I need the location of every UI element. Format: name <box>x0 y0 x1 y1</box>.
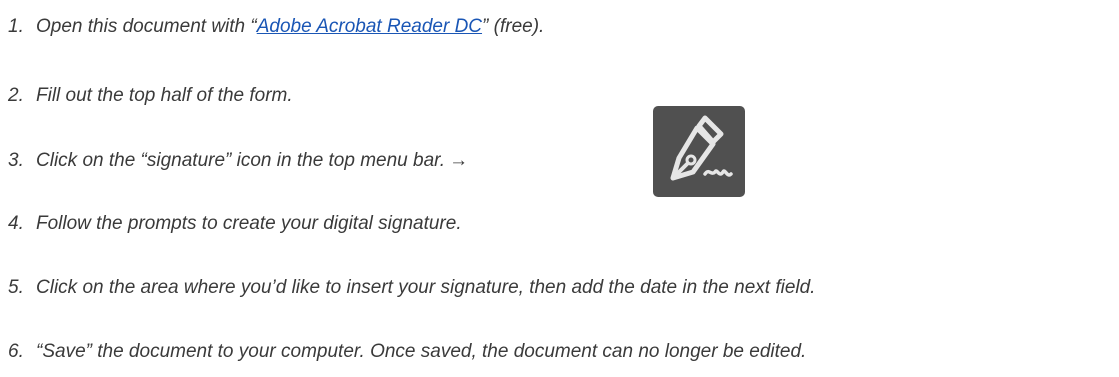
adobe-acrobat-reader-link[interactable]: Adobe Acrobat Reader DC <box>257 16 482 37</box>
step-text: Follow the prompts to create your digita… <box>36 213 462 234</box>
step-number: 3. <box>8 150 24 171</box>
step-number: 2. <box>8 85 24 106</box>
step-text: Click on the “signature” icon in the top… <box>36 150 446 171</box>
step-number: 4. <box>8 213 24 234</box>
step-text: Fill out the top half of the form. <box>36 85 293 106</box>
signature-pen-icon <box>653 106 745 197</box>
step-text-before-link: Open this document with “ <box>36 16 257 37</box>
step-5: 5. Click on the area where you’d like to … <box>8 276 815 300</box>
step-3: 3. Click on the “signature” icon in the t… <box>8 149 468 173</box>
step-2: 2. Fill out the top half of the form. <box>8 84 293 108</box>
step-number: 1. <box>8 16 24 37</box>
step-4: 4. Follow the prompts to create your digi… <box>8 212 462 236</box>
step-text-after-link: ” (free). <box>482 16 545 37</box>
step-1: 1. Open this document with “Adobe Acrobat… <box>8 15 544 39</box>
step-number: 6. <box>8 341 24 362</box>
step-6: 6. “Save” the document to your computer. … <box>8 340 806 364</box>
right-arrow-icon: → <box>449 150 469 171</box>
step-number: 5. <box>8 277 24 298</box>
step-text: Click on the area where you’d like to in… <box>36 277 816 298</box>
step-text: “Save” the document to your computer. On… <box>36 341 807 362</box>
